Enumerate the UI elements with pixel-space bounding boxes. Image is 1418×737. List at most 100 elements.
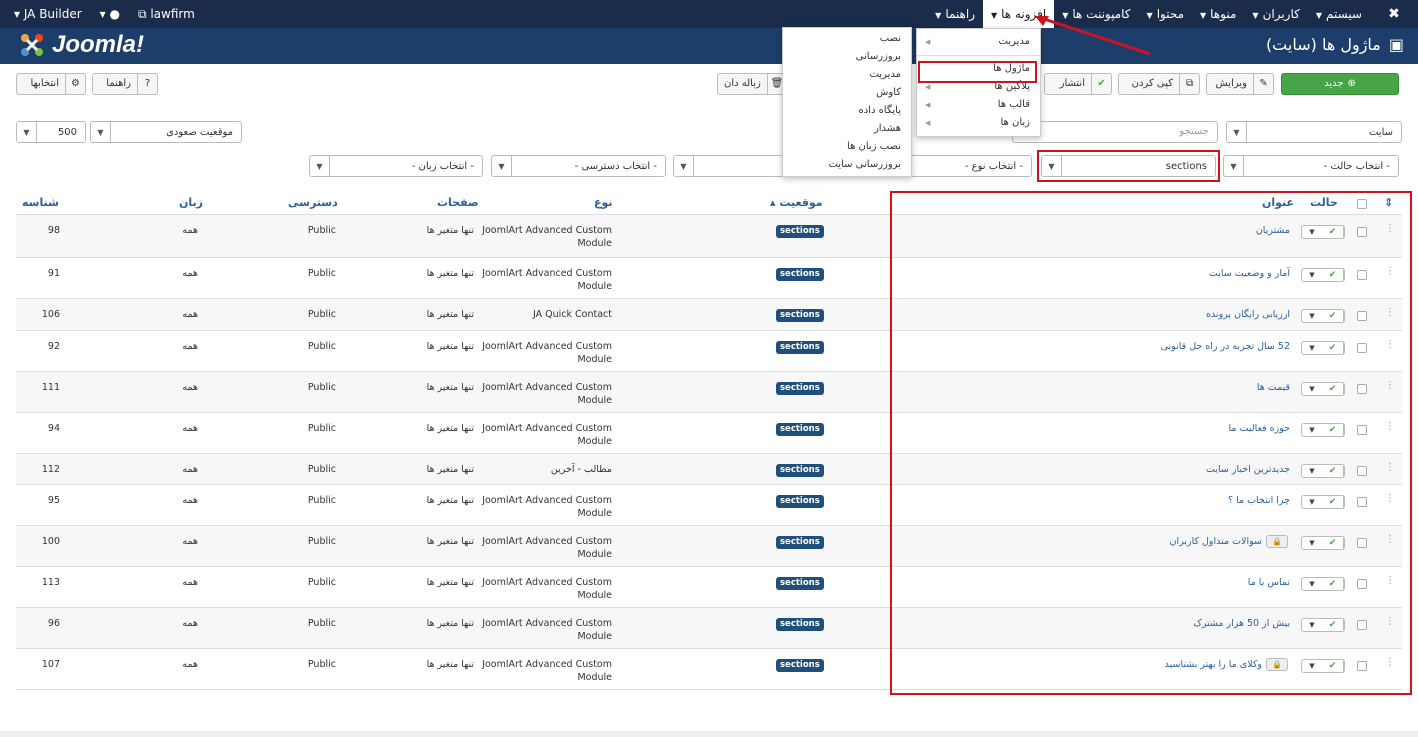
new-button[interactable]: ⊕ جدید	[1281, 73, 1399, 95]
position-badge[interactable]: sections	[776, 268, 824, 281]
menu-item-label: محتوا	[1156, 7, 1185, 21]
submenu-item[interactable]: پایگاه داده	[783, 102, 911, 120]
options-button[interactable]: ⚙ انتخابها	[16, 73, 86, 95]
joomla-logo-icon	[21, 34, 43, 56]
module-type: JoomlArt Advanced Custom	[482, 536, 612, 547]
module-type: JoomlArt Advanced Custom	[482, 382, 612, 393]
help-button[interactable]: ? راهنما	[92, 73, 158, 95]
module-id: 100	[41, 536, 60, 547]
edit-label: ویرایش	[1215, 78, 1247, 89]
type-header[interactable]: نوع	[594, 196, 613, 209]
limit-select[interactable]: 500 ▼	[16, 121, 86, 143]
submenu-arrow-icon: ◀	[925, 38, 931, 46]
position-badge[interactable]: sections	[776, 577, 824, 590]
position-badge[interactable]: sections	[776, 464, 824, 477]
module-language: همه	[182, 225, 198, 236]
module-language: همه	[182, 268, 198, 279]
module-language: همه	[182, 659, 198, 670]
menu-item-0[interactable]: سیستم ▼	[1308, 0, 1370, 28]
position-badge[interactable]: sections	[776, 536, 824, 549]
new-label: جدید	[1324, 78, 1344, 89]
extensions-menu-item[interactable]: قالب ها ◀	[917, 96, 1040, 114]
trash-button[interactable]: 🗑 زباله دان	[717, 73, 787, 95]
position-badge[interactable]: sections	[776, 659, 824, 672]
module-id: 95	[47, 495, 60, 506]
extensions-menu-item[interactable]: مدیریت ◀	[917, 33, 1040, 51]
position-badge[interactable]: sections	[776, 423, 824, 436]
submenu-item[interactable]: هشدار	[783, 120, 911, 138]
menu-item-label: کاربران	[1262, 7, 1300, 21]
admin-topbar: ✖ سیستم▼ کاربران▼ منوها▼ محتوا▼ کامپوننت ها▼…	[0, 0, 1418, 28]
manage-submenu: نصب بروزرسانی مدیریت کاوش پایگاه داده هشدار نص…	[782, 27, 912, 177]
module-type: Module	[577, 395, 612, 406]
module-id: 106	[41, 309, 60, 320]
user-menu[interactable]: ▾ ●	[100, 7, 120, 21]
id-header[interactable]: شناسه	[22, 196, 59, 209]
sort-select-value: موقعیت صعودی	[166, 126, 233, 138]
module-type: Module	[577, 549, 612, 560]
module-type: Module	[577, 436, 612, 447]
submenu-item[interactable]: مدیریت	[783, 66, 911, 84]
position-badge[interactable]: sections	[776, 618, 824, 631]
module-access: Public	[307, 225, 336, 236]
module-type: JoomlArt Advanced Custom	[482, 341, 612, 352]
position-badge[interactable]: sections	[776, 341, 824, 354]
module-language: همه	[182, 618, 198, 629]
language-header[interactable]: زبان	[179, 196, 203, 209]
chevron-down-icon: ▼	[91, 122, 111, 142]
menu-item-label: مدیریت	[998, 36, 1030, 47]
module-pages: تنها متغیر ها	[426, 536, 474, 547]
position-badge[interactable]: sections	[776, 309, 824, 322]
copy-button[interactable]: ⧉ کپی کردن	[1118, 73, 1200, 95]
pages-header[interactable]: صفحات	[437, 196, 479, 209]
position-badge[interactable]: sections	[776, 495, 824, 508]
position-badge[interactable]: sections	[776, 382, 824, 395]
builder-link[interactable]: ▾ JA Builder	[14, 7, 82, 21]
module-pages: تنها متغیر ها	[426, 464, 474, 475]
menu-item-label: منوها	[1210, 7, 1237, 21]
module-pages: تنها متغیر ها	[426, 659, 474, 670]
submenu-item[interactable]: کاوش	[783, 84, 911, 102]
position-filter-highlight	[1037, 150, 1220, 182]
menu-item-label: قالب ها	[997, 99, 1030, 110]
joomla-icon[interactable]: ✖	[1386, 6, 1402, 22]
module-type: Module	[577, 631, 612, 642]
module-type: JoomlArt Advanced Custom	[482, 225, 612, 236]
submenu-item[interactable]: بروزرسانی سایت	[783, 156, 911, 174]
module-pages: تنها متغیر ها	[426, 577, 474, 588]
language-filter-value: - انتخاب زبان -	[411, 160, 474, 172]
position-badge[interactable]: sections	[776, 225, 824, 238]
client-select[interactable]: سایت ▼	[1226, 121, 1402, 143]
caret-down-icon: ▼	[990, 11, 998, 20]
module-type: JoomlArt Advanced Custom	[482, 268, 612, 279]
module-access: Public	[307, 309, 336, 320]
publish-button[interactable]: ✔ انتشار	[1044, 73, 1112, 95]
access-header[interactable]: دسترسی	[288, 196, 338, 209]
menu-item-1[interactable]: کاربران▼	[1244, 0, 1307, 28]
menu-item-6[interactable]: راهنما▼	[927, 0, 983, 28]
access-filter[interactable]: - انتخاب دسترسی - ▼	[491, 155, 666, 177]
modules-menu-highlight	[918, 61, 1037, 83]
extensions-menu-item[interactable]: زبان ها ◀	[917, 114, 1040, 132]
module-pages: تنها متغیر ها	[426, 268, 474, 279]
annotation-arrow	[1035, 16, 1151, 56]
module-type: JoomlArt Advanced Custom	[482, 577, 612, 588]
submenu-item[interactable]: بروزرسانی	[783, 48, 911, 66]
site-link[interactable]: ⧉ lawfirm	[138, 7, 195, 22]
chevron-down-icon: ▼	[674, 156, 694, 176]
state-filter[interactable]: - انتخاب حالت - ▼	[1223, 155, 1399, 177]
submenu-arrow-icon: ◀	[925, 119, 931, 127]
module-type: JoomlArt Advanced Custom	[482, 618, 612, 629]
chevron-down-icon: ▼	[1227, 122, 1247, 142]
sort-select[interactable]: موقعیت صعودی ▼	[90, 121, 242, 143]
module-id: 107	[41, 659, 60, 670]
submenu-item[interactable]: نصب زبان ها	[783, 138, 911, 156]
check-icon: ✔	[1091, 74, 1111, 94]
edit-button[interactable]: ✎ ویرایش	[1206, 73, 1274, 95]
menu-item-2[interactable]: منوها▼	[1192, 0, 1244, 28]
module-access: Public	[307, 495, 336, 506]
position-header[interactable]: ▴ موقعیت	[770, 196, 823, 209]
search-input[interactable]: جستجو	[1012, 121, 1218, 143]
language-filter[interactable]: - انتخاب زبان - ▼	[309, 155, 483, 177]
submenu-item[interactable]: نصب	[783, 30, 911, 48]
